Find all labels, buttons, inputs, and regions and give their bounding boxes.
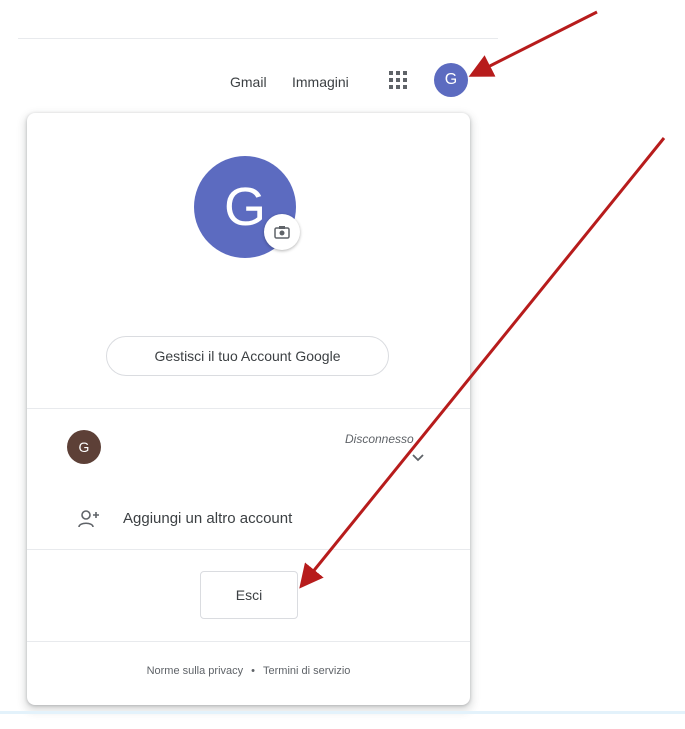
add-account-button[interactable]: Aggiungi un altro account xyxy=(27,497,470,541)
add-account-label: Aggiungi un altro account xyxy=(123,510,293,527)
person-add-icon xyxy=(78,510,99,528)
grid-apps-icon[interactable] xyxy=(384,66,412,94)
gmail-link[interactable]: Gmail xyxy=(230,74,267,90)
camera-icon xyxy=(274,226,290,239)
sign-out-button[interactable]: Esci xyxy=(200,571,298,619)
images-link[interactable]: Immagini xyxy=(292,74,349,90)
top-divider xyxy=(18,38,498,39)
chevron-down-icon[interactable] xyxy=(410,452,426,464)
terms-of-service-link[interactable]: Termini di servizio xyxy=(263,665,350,677)
divider xyxy=(27,549,470,550)
divider xyxy=(27,408,470,409)
divider xyxy=(27,641,470,642)
account-list-item[interactable]: G Disconnesso xyxy=(27,418,470,478)
account-avatar: G xyxy=(67,430,101,464)
account-status: Disconnesso xyxy=(345,432,414,446)
annotation-arrow xyxy=(468,10,598,77)
bottom-border xyxy=(0,711,685,714)
footer-separator: • xyxy=(251,665,256,677)
account-panel: G Gestisci il tuo Account Google G Disco… xyxy=(27,113,470,705)
panel-footer: Norme sulla privacy • Termini di servizio xyxy=(27,665,470,677)
change-photo-button[interactable] xyxy=(264,214,300,250)
account-avatar-button[interactable]: G xyxy=(434,63,468,97)
privacy-policy-link[interactable]: Norme sulla privacy xyxy=(147,665,244,677)
manage-account-button[interactable]: Gestisci il tuo Account Google xyxy=(106,336,389,376)
